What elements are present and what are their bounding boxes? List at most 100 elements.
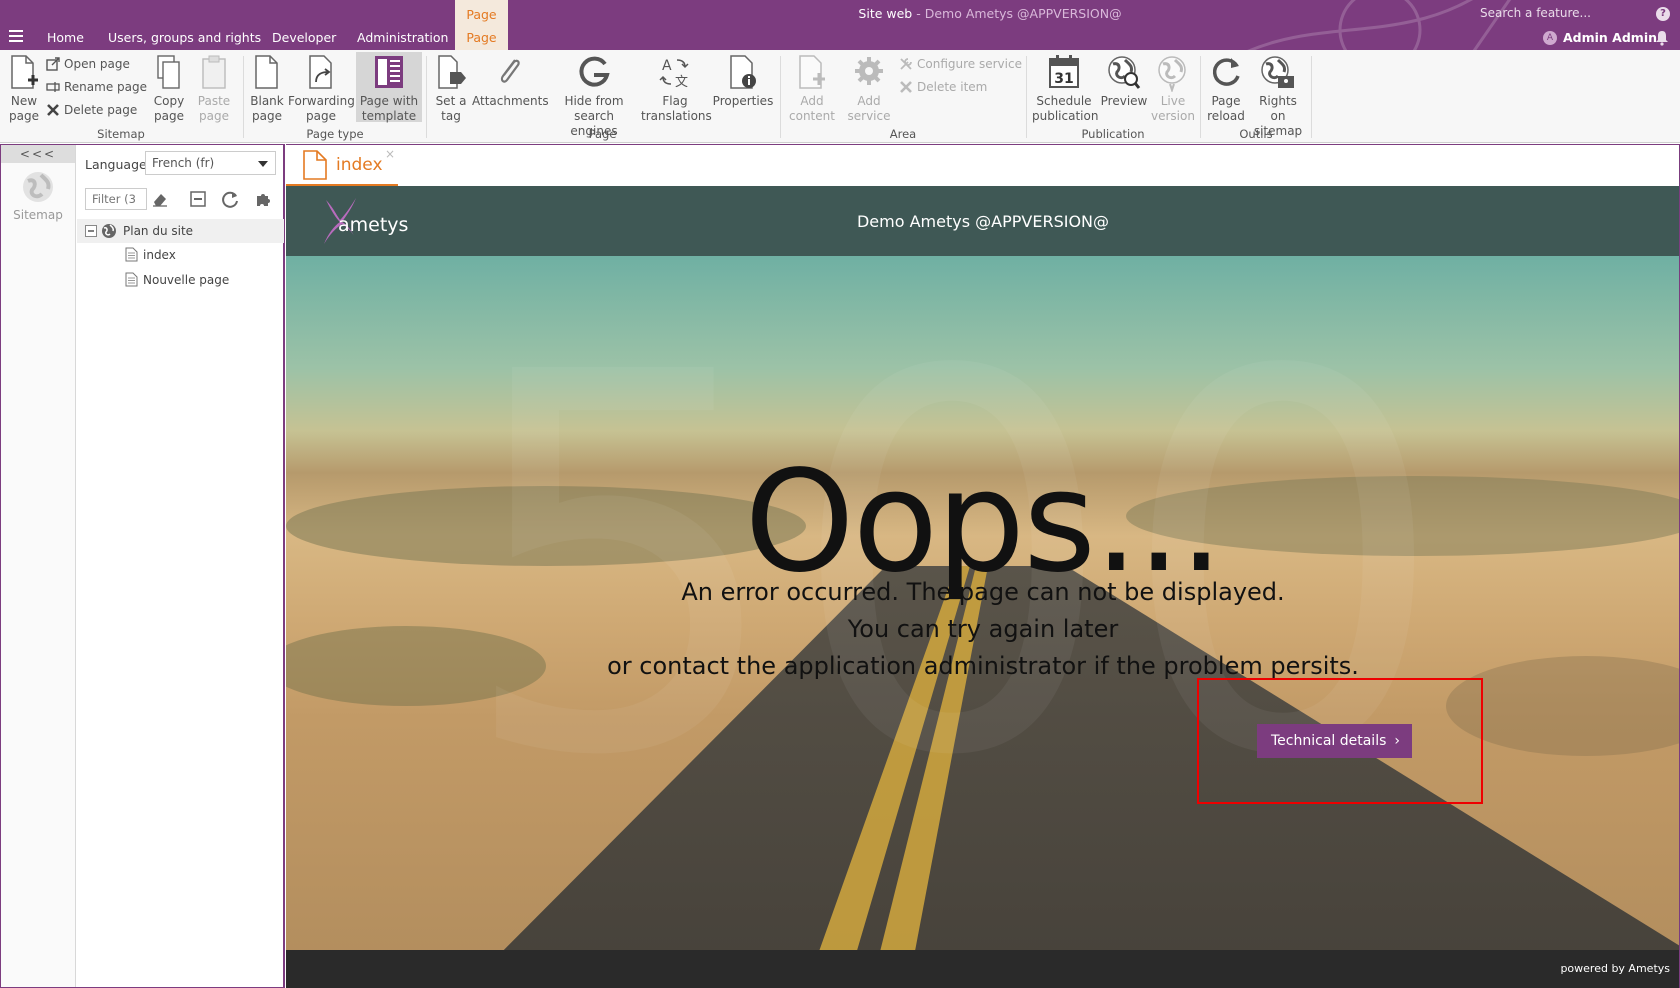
open-page-button[interactable]: Open page bbox=[46, 57, 130, 71]
search-feature-input[interactable]: Search a feature... bbox=[1480, 6, 1650, 20]
page-with-template-label: Page with template bbox=[359, 94, 419, 123]
tab-page[interactable]: Page bbox=[455, 30, 508, 45]
sitemap-globe-icon bbox=[23, 172, 53, 202]
rename-page-button[interactable]: Rename page bbox=[46, 80, 147, 94]
page-reload-button[interactable]: Page reload bbox=[1206, 54, 1246, 124]
puzzle-icon[interactable] bbox=[254, 190, 272, 208]
context-group-label: Page bbox=[466, 7, 497, 22]
language-select[interactable]: French (fr) bbox=[145, 151, 276, 175]
tree-root-sitemap[interactable]: Plan du site bbox=[77, 219, 284, 243]
ribbon-separator bbox=[1311, 56, 1312, 138]
group-outils-label: Outils bbox=[1239, 127, 1273, 141]
live-version-label: Live version bbox=[1151, 94, 1195, 123]
tab-developer[interactable]: Developer bbox=[272, 30, 336, 45]
live-version-button[interactable]: Live version bbox=[1150, 54, 1196, 124]
help-icon[interactable]: ? bbox=[1656, 7, 1670, 21]
live-globe-icon bbox=[1158, 56, 1186, 92]
template-icon bbox=[375, 56, 403, 88]
copy-icon bbox=[157, 55, 180, 89]
attachments-button[interactable]: Attachments bbox=[472, 54, 549, 109]
top-bar: Home Users, groups and rights Developer … bbox=[0, 0, 1680, 50]
filter-input[interactable] bbox=[85, 188, 147, 210]
tree-collapse-icon[interactable] bbox=[85, 225, 97, 237]
close-icon[interactable]: × bbox=[385, 147, 395, 161]
svg-text:A: A bbox=[662, 58, 672, 74]
tree-item-label: Nouvelle page bbox=[143, 273, 230, 287]
ribbon-separator bbox=[243, 56, 244, 138]
collapse-panel-button[interactable]: <<< bbox=[1, 145, 75, 163]
tab-administration[interactable]: Administration bbox=[357, 30, 448, 45]
app-title-main: Site web bbox=[858, 6, 913, 21]
open-page-icon bbox=[46, 57, 60, 71]
ribbon-separator bbox=[426, 56, 427, 138]
group-page-label: Page bbox=[588, 127, 617, 141]
add-service-label: Add service bbox=[847, 94, 891, 123]
tab-home[interactable]: Home bbox=[47, 30, 84, 45]
tab-users-groups-rights[interactable]: Users, groups and rights bbox=[108, 30, 261, 45]
new-page-icon bbox=[11, 55, 38, 89]
context-tab-group: Page Page bbox=[455, 0, 508, 50]
delete-item-button[interactable]: Delete item bbox=[899, 80, 987, 94]
add-content-button[interactable]: Add content bbox=[786, 54, 838, 124]
paste-icon bbox=[202, 55, 226, 89]
calendar-day: 31 bbox=[1054, 71, 1073, 87]
globe-icon bbox=[102, 224, 116, 238]
page-tab-icon bbox=[303, 150, 327, 180]
delete-page-button[interactable]: Delete page bbox=[46, 103, 137, 117]
copy-page-label: Copy page bbox=[153, 94, 185, 123]
tab-index-label: index bbox=[336, 155, 383, 175]
bell-icon[interactable] bbox=[1654, 30, 1670, 46]
new-page-button[interactable]: New page bbox=[8, 54, 40, 124]
eraser-icon[interactable] bbox=[151, 190, 169, 208]
page-with-template-button[interactable]: Page with template bbox=[356, 52, 422, 123]
wrench-icon bbox=[900, 58, 912, 70]
group-area-label: Area bbox=[889, 127, 917, 141]
hamburger-menu-icon[interactable] bbox=[9, 30, 23, 42]
reload-icon bbox=[1212, 58, 1240, 86]
copy-page-button[interactable]: Copy page bbox=[152, 54, 186, 124]
blank-page-button[interactable]: Blank page bbox=[249, 54, 285, 124]
tree-item-nouvelle-page[interactable]: Nouvelle page bbox=[125, 272, 229, 287]
preview-globe-icon bbox=[1108, 56, 1141, 89]
forwarding-page-icon bbox=[309, 55, 332, 89]
schedule-publication-button[interactable]: 31 Schedule publication bbox=[1032, 54, 1098, 124]
set-tag-button[interactable]: Set a tag bbox=[434, 54, 468, 124]
document-tab-bar: index × bbox=[286, 144, 1680, 187]
add-content-label: Add content bbox=[789, 94, 835, 123]
paste-page-label: Paste page bbox=[197, 94, 231, 123]
flag-translations-button[interactable]: A文 Flag translations bbox=[641, 54, 712, 124]
forwarding-page-button[interactable]: Forwarding page bbox=[288, 54, 355, 124]
page-icon bbox=[125, 247, 138, 262]
ribbon-separator bbox=[1200, 56, 1201, 138]
properties-button[interactable]: Properties bbox=[712, 54, 774, 109]
ribbon-toolbar: New page Open page Rename page Delete pa… bbox=[0, 50, 1680, 143]
side-sitemap-button[interactable]: Sitemap bbox=[1, 169, 75, 222]
preview-label: Preview bbox=[1100, 94, 1148, 108]
new-page-label: New page bbox=[9, 94, 39, 123]
paperclip-icon bbox=[500, 59, 520, 83]
highlight-box bbox=[1197, 678, 1483, 804]
tree-item-index[interactable]: index bbox=[125, 247, 176, 262]
forwarding-page-label: Forwarding page bbox=[288, 94, 355, 123]
refresh-icon[interactable] bbox=[221, 190, 239, 208]
page-icon bbox=[125, 272, 138, 287]
add-content-icon bbox=[799, 55, 825, 89]
preview-button[interactable]: Preview bbox=[1100, 54, 1148, 109]
error-heading: Oops... bbox=[744, 441, 1223, 604]
tag-icon bbox=[438, 55, 466, 89]
group-page-type-label: Page type bbox=[306, 127, 364, 141]
tree-root-label: Plan du site bbox=[123, 224, 194, 238]
collapse-all-icon[interactable] bbox=[189, 190, 207, 208]
tab-index[interactable]: index × bbox=[286, 145, 398, 187]
add-service-button[interactable]: Add service bbox=[843, 54, 895, 124]
delete-icon bbox=[47, 104, 59, 116]
ribbon-separator bbox=[780, 56, 781, 138]
configure-service-button[interactable]: Configure service bbox=[899, 57, 1022, 71]
paste-page-button[interactable]: Paste page bbox=[194, 54, 234, 124]
open-page-label: Open page bbox=[64, 57, 130, 71]
delete-icon bbox=[900, 81, 912, 93]
error-message-line-3: or contact the application administrator… bbox=[607, 652, 1359, 680]
rights-globe-icon bbox=[1261, 56, 1294, 88]
user-menu[interactable]: Admin Admin bbox=[1563, 30, 1657, 45]
set-tag-label: Set a tag bbox=[435, 94, 467, 123]
